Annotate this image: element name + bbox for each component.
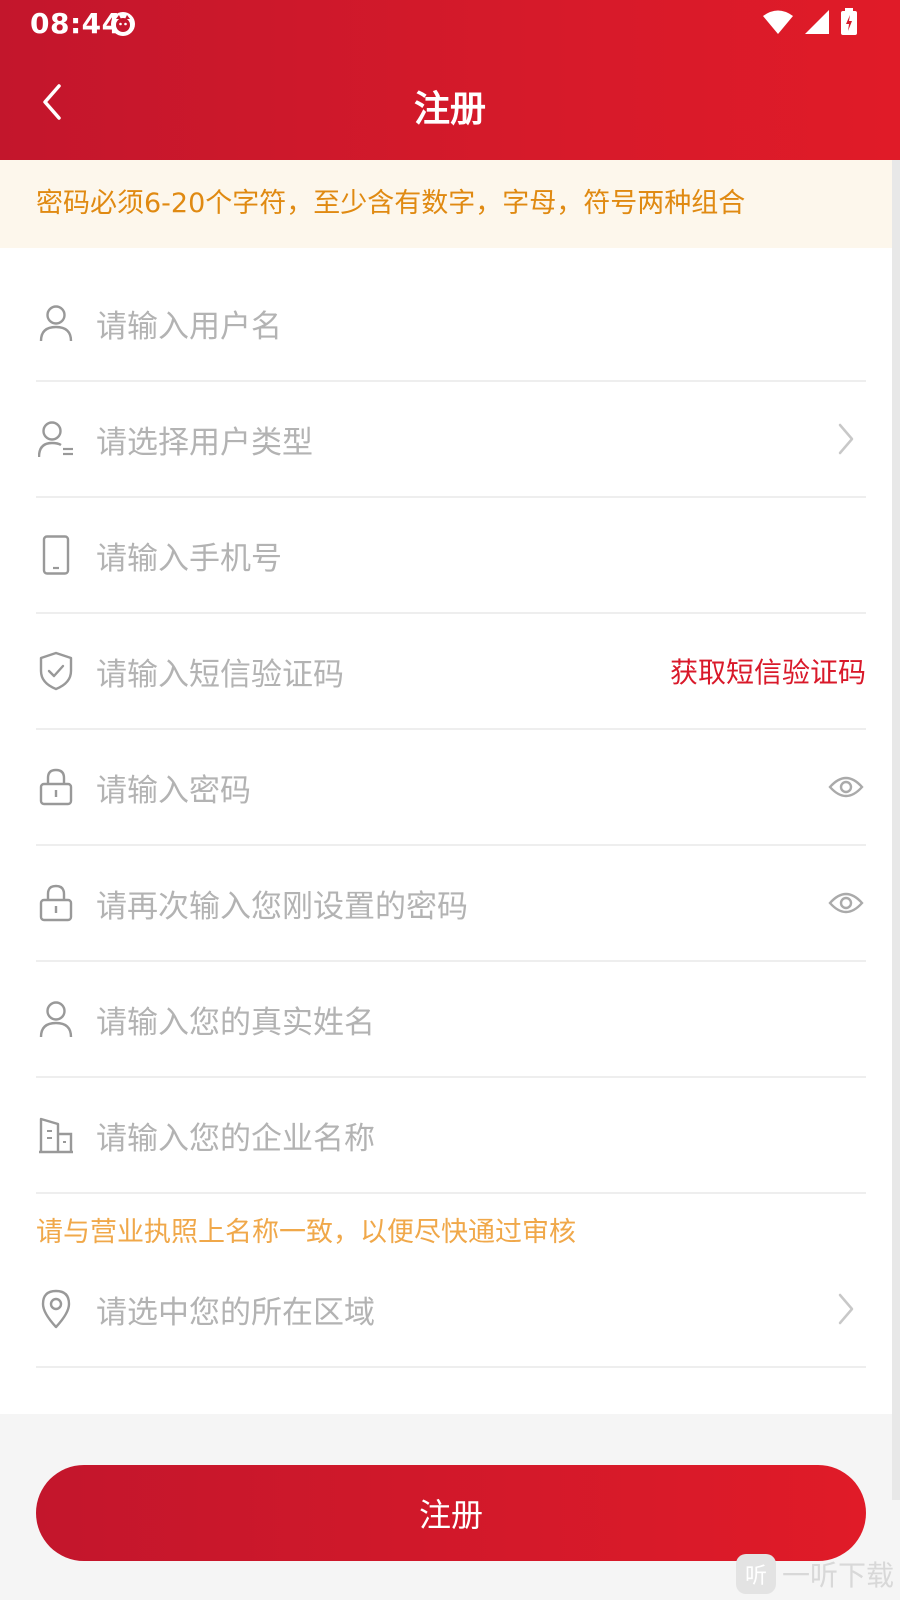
wifi-icon (762, 9, 794, 39)
region-field[interactable]: 请选中您的所在区域 (36, 1252, 866, 1368)
watermark-text: 一听下载 (781, 1559, 894, 1592)
real-name-input[interactable]: 请输入您的真实姓名 (96, 997, 866, 1042)
cat-notification-icon (110, 11, 136, 37)
real-name-field[interactable]: 请输入您的真实姓名 (36, 962, 866, 1078)
lock-icon (38, 767, 74, 807)
user-icon (38, 303, 74, 343)
mobile-phone-icon (38, 535, 74, 575)
lock-icon (38, 883, 74, 923)
confirm-password-field[interactable]: 请再次输入您刚设置的密码 (36, 846, 866, 962)
watermark-badge: 听 (735, 1554, 776, 1594)
building-icon (38, 1115, 74, 1155)
status-bar: 08:44 (0, 0, 900, 48)
confirm-password-input[interactable]: 请再次输入您刚设置的密码 (96, 881, 826, 926)
region-select[interactable]: 请选中您的所在区域 (96, 1287, 826, 1332)
chevron-right-icon (826, 1289, 866, 1329)
register-button[interactable]: 注册 (36, 1465, 866, 1561)
sms-code-input[interactable]: 请输入短信验证码 (96, 649, 670, 694)
username-field[interactable]: 请输入用户名 (36, 266, 866, 382)
user-type-field[interactable]: 请选择用户类型 (36, 382, 866, 498)
phone-field[interactable]: 请输入手机号 (36, 498, 866, 614)
password-rule-notice: 密码必须6-20个字符，至少含有数字，字母，符号两种组合 (0, 160, 900, 248)
app-header: 08:44 注册 (0, 0, 900, 160)
shield-check-icon (38, 651, 74, 691)
company-name-input[interactable]: 请输入您的企业名称 (96, 1113, 866, 1158)
password-field[interactable]: 请输入密码 (36, 730, 866, 846)
password-input[interactable]: 请输入密码 (96, 765, 826, 810)
register-form: 请输入用户名 请选择用户类型 请输入手机号 请输入短信验证码 获取短信验证码 请… (0, 248, 900, 1414)
company-name-field[interactable]: 请输入您的企业名称 (36, 1078, 866, 1194)
user-icon (38, 999, 74, 1039)
signal-icon (804, 9, 830, 39)
location-pin-icon (38, 1289, 74, 1329)
phone-input[interactable]: 请输入手机号 (96, 533, 866, 578)
sms-code-field[interactable]: 请输入短信验证码 获取短信验证码 (36, 614, 866, 730)
nav-bar: 注册 (0, 70, 900, 140)
status-time: 08:44 (30, 7, 122, 40)
company-name-hint: 请与营业执照上名称一致，以便尽快通过审核 (36, 1217, 576, 1248)
scrollbar[interactable] (892, 160, 900, 1500)
page-title: 注册 (413, 89, 486, 130)
eye-icon[interactable] (826, 767, 866, 807)
battery-icon (840, 8, 858, 40)
eye-icon[interactable] (826, 883, 866, 923)
get-sms-code-button[interactable]: 获取短信验证码 (670, 651, 866, 691)
watermark: 听 一听下载 (735, 1554, 894, 1594)
username-input[interactable]: 请输入用户名 (96, 301, 866, 346)
chevron-right-icon (826, 419, 866, 459)
user-type-select[interactable]: 请选择用户类型 (96, 417, 826, 462)
user-list-icon (38, 419, 74, 459)
